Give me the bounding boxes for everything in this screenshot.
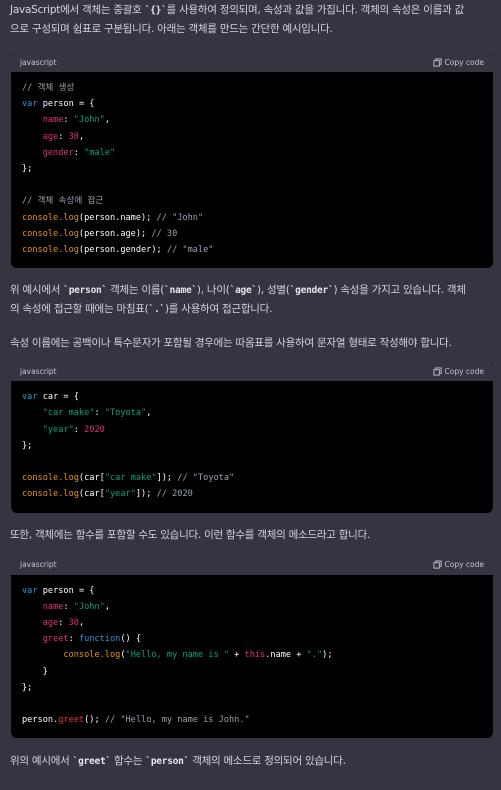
copy-code-label: Copy code (444, 560, 485, 570)
inline-code: `name` (164, 285, 197, 297)
intro-text: 를 사용하여 정의되며, 속성과 값을 가집니다. 객체의 속성은 이름과 값 (166, 4, 465, 16)
explanation-paragraph: 위 예시에서 `person` 객체는 이름(`name`), 나이(`age`… (10, 284, 466, 316)
copy-code-label: Copy code (444, 366, 485, 376)
clipboard-icon (432, 367, 442, 376)
intro-text: JavaScript에서 객체는 중괄호 (10, 4, 145, 16)
code-block-header: javascript Copy code (11, 554, 493, 575)
clipboard-icon (432, 57, 442, 67)
intro-text: 으로 구성되며 쉼표로 구분됩니다. 아래는 객체를 만드는 간단한 예시입니다… (10, 23, 333, 35)
inline-code: `gender` (289, 285, 334, 297)
copy-code-label: Copy code (444, 57, 485, 67)
intro-paragraph: JavaScript에서 객체는 중괄호 `{}`를 사용하여 정의되며, 속성… (10, 1, 493, 38)
conclusion-paragraph: 위의 예시에서 `greet` 함수는 `person` 객체의 메소드로 정의… (10, 755, 346, 768)
clipboard-icon (432, 560, 442, 569)
inline-code: `age` (229, 285, 258, 297)
code-block-header: javascript Copy code (11, 361, 493, 382)
code-block-header: javascript Copy code (11, 52, 493, 72)
chat-message: JavaScript에서 객체는 중괄호 `{}`를 사용하여 정의되며, 속성… (0, 1, 501, 771)
copy-code-button[interactable]: Copy code (432, 366, 485, 376)
code-language-label: javascript (20, 560, 57, 570)
inline-code: `person` (63, 285, 107, 297)
code-block-3: javascript Copy code var person = { name… (11, 554, 493, 739)
code-body: var car = { "car make": "Toyota", "year"… (22, 392, 235, 500)
code-language-label: javascript (20, 366, 57, 376)
code-body: // 객체 생성 var person = { name: "John", ag… (22, 83, 214, 256)
inline-code: `{}` (144, 5, 167, 16)
code-block-1: javascript Copy code // 객체 생성 var person… (11, 52, 493, 269)
inline-code: `person` (145, 756, 190, 768)
inline-code: `greet` (72, 756, 112, 768)
quote-note-paragraph: 속성 이름에는 공백이나 특수문자가 포함될 경우에는 따옴표를 사용하여 문자… (10, 337, 452, 350)
copy-code-button[interactable]: Copy code (432, 57, 485, 67)
copy-code-button[interactable]: Copy code (432, 560, 485, 570)
code-language-label: javascript (20, 57, 57, 67)
code-body: var person = { name: "John", age: 30, gr… (22, 585, 333, 726)
inline-code: `.` (148, 304, 166, 316)
code-block-2: javascript Copy code var car = { "car ma… (11, 361, 493, 513)
method-intro-paragraph: 또한, 객체에는 함수를 포함할 수도 있습니다. 이런 함수를 객체의 메소드… (10, 528, 371, 541)
